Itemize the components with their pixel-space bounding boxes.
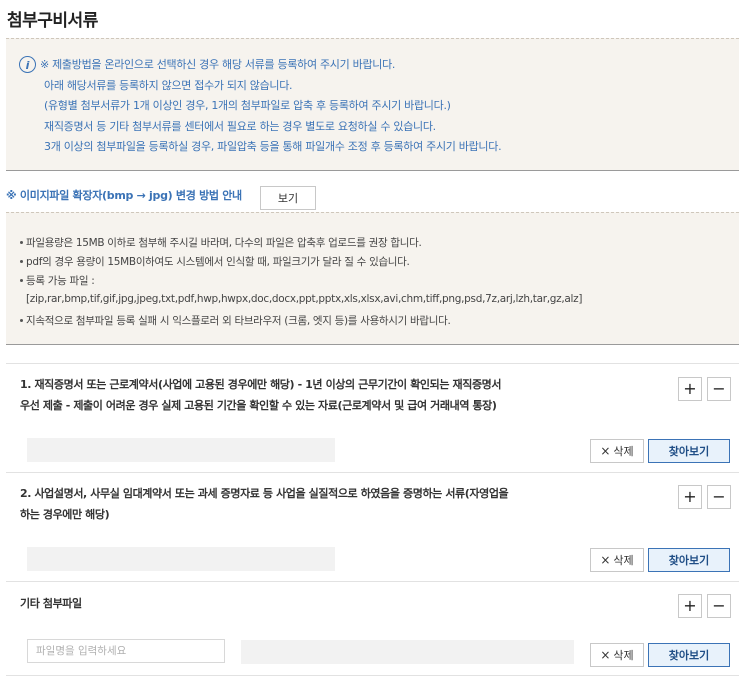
file-name-display	[241, 640, 574, 664]
remove-file-button[interactable]: −	[707, 377, 731, 401]
section-label-line: 우선 제출 - 제출이 어려운 경우 실제 고용된 기간을 확인할 수 있는 자…	[20, 399, 497, 412]
delete-button[interactable]: × 삭제	[590, 643, 644, 667]
allowed-extensions: [zip,rar,bmp,tif,gif,jpg,jpeg,txt,pdf,hw…	[26, 293, 583, 305]
close-icon: ×	[600, 648, 611, 662]
notice-line: 3개 이상의 첨부파일을 등록하실 경우, 파일압축 등을 통해 파일개수 조정…	[44, 140, 502, 153]
section-label-line: 2. 사업설명서, 사무실 임대계약서 또는 과세 증명자료 등 사업을 실질적…	[20, 487, 509, 500]
remove-file-button[interactable]: −	[707, 485, 731, 509]
bullet-icon	[20, 260, 23, 263]
browse-button[interactable]: 찾아보기	[648, 643, 730, 667]
file-name-display	[27, 438, 335, 462]
guide-item-text: 지속적으로 첨부파일 등록 실패 시 익스플로러 외 타브라우저 (크롬, 엣지…	[26, 315, 451, 327]
section-1-label: 1. 재직증명서 또는 근로계약서(사업에 고용된 경우에만 해당) - 1년 …	[20, 374, 502, 416]
page-title: 첨부구비서류	[7, 11, 98, 31]
attachments-page: 첨부구비서류 i ※ 제출방법을 온라인으로 선택하신 경우 해당 서류를 등록…	[0, 0, 749, 677]
close-icon: ×	[600, 444, 611, 458]
delete-button[interactable]: × 삭제	[590, 439, 644, 463]
divider	[6, 472, 739, 473]
image-ext-guide-label: ※ 이미지파일 확장자(bmp → jpg) 변경 방법 안내	[6, 189, 242, 202]
divider	[6, 363, 739, 364]
divider	[6, 675, 739, 676]
guide-item-text: 파일용량은 15MB 이하로 첨부해 주시길 바라며, 다수의 파일은 압축후 …	[26, 237, 422, 249]
notice-box: i ※ 제출방법을 온라인으로 선택하신 경우 해당 서류를 등록하여 주시기 …	[6, 38, 739, 171]
section-2-label: 2. 사업설명서, 사무실 임대계약서 또는 과세 증명자료 등 사업을 실질적…	[20, 483, 509, 525]
delete-label: 삭제	[613, 554, 634, 567]
divider	[6, 581, 739, 582]
delete-label: 삭제	[613, 445, 634, 458]
section-label-line: 기타 첨부파일	[20, 597, 82, 610]
upload-guide-box: 파일용량은 15MB 이하로 첨부해 주시길 바라며, 다수의 파일은 압축후 …	[6, 212, 739, 345]
guide-item: 파일용량은 15MB 이하로 첨부해 주시길 바라며, 다수의 파일은 압축후 …	[20, 235, 422, 250]
file-name-input[interactable]	[27, 639, 225, 663]
file-name-display	[27, 547, 335, 571]
guide-item: 등록 가능 파일 :	[20, 273, 95, 288]
bullet-icon	[20, 241, 23, 244]
bullet-icon	[20, 279, 23, 282]
add-file-button[interactable]: +	[678, 594, 702, 618]
guide-item-text: pdf의 경우 용량이 15MB이하여도 시스템에서 인식할 때, 파일크기가 …	[26, 256, 410, 268]
remove-file-button[interactable]: −	[707, 594, 731, 618]
add-file-button[interactable]: +	[678, 377, 702, 401]
browse-button[interactable]: 찾아보기	[648, 439, 730, 463]
close-icon: ×	[600, 553, 611, 567]
guide-item: 지속적으로 첨부파일 등록 실패 시 익스플로러 외 타브라우저 (크롬, 엣지…	[20, 313, 451, 328]
delete-label: 삭제	[613, 649, 634, 662]
add-file-button[interactable]: +	[678, 485, 702, 509]
notice-line: ※ 제출방법을 온라인으로 선택하신 경우 해당 서류를 등록하여 주시기 바랍…	[40, 58, 396, 71]
browse-button[interactable]: 찾아보기	[648, 548, 730, 572]
guide-item: pdf의 경우 용량이 15MB이하여도 시스템에서 인식할 때, 파일크기가 …	[20, 254, 410, 269]
notice-line: 아래 해당서류를 등록하지 않으면 접수가 되지 않습니다.	[44, 78, 293, 92]
delete-button[interactable]: × 삭제	[590, 548, 644, 572]
guide-item-text: 등록 가능 파일 :	[26, 275, 95, 287]
section-label-line: 하는 경우에만 해당)	[20, 508, 110, 521]
section-other-label: 기타 첨부파일	[20, 593, 82, 614]
info-icon: i	[19, 56, 36, 73]
view-button[interactable]: 보기	[260, 186, 316, 210]
section-label-line: 1. 재직증명서 또는 근로계약서(사업에 고용된 경우에만 해당) - 1년 …	[20, 378, 502, 391]
notice-line: 재직증명서 등 기타 첨부서류를 센터에서 필요로 하는 경우 별도로 요청하실…	[44, 119, 436, 133]
notice-line: (유형별 첨부서류가 1개 이상인 경우, 1개의 첨부파일로 압축 후 등록하…	[44, 99, 451, 112]
notice-lines: ※ 제출방법을 온라인으로 선택하신 경우 해당 서류를 등록하여 주시기 바랍…	[40, 55, 502, 158]
bullet-icon	[20, 319, 23, 322]
